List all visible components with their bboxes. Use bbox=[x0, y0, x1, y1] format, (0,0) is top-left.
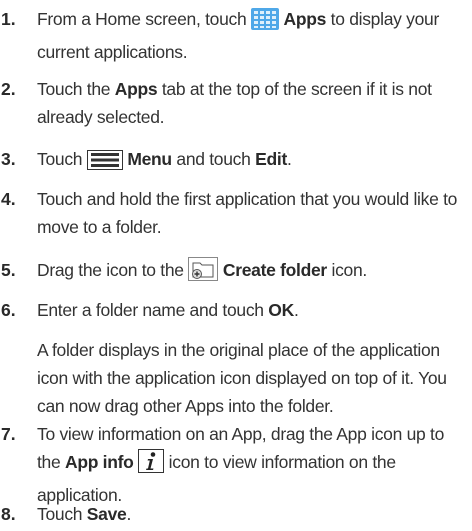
menu-icon bbox=[86, 150, 123, 178]
step-number: 2. bbox=[1, 79, 16, 99]
step-text: Enter a folder name and touch OK. bbox=[37, 300, 299, 320]
step-text: Touch Menu and touch Edit. bbox=[37, 145, 470, 178]
step-number: 5. bbox=[1, 260, 16, 280]
step-number: 3. bbox=[1, 149, 16, 169]
instructions-document: 1. From a Home screen, touch Apps to dis… bbox=[0, 0, 472, 531]
step-number: 4. bbox=[1, 189, 16, 209]
step-number: 8. bbox=[1, 504, 16, 524]
create-folder-icon bbox=[188, 257, 219, 289]
step-number: 6. bbox=[1, 300, 16, 320]
step-note: A folder displays in the original place … bbox=[37, 340, 447, 416]
app-info-icon bbox=[138, 449, 165, 481]
step-text: To view information on an App, drag the … bbox=[37, 424, 444, 505]
step-text: Touch and hold the first application tha… bbox=[37, 189, 458, 237]
step-text: Touch Save. bbox=[37, 504, 131, 524]
step-number: 7. bbox=[1, 424, 16, 444]
step-text: From a Home screen, touch Apps to displa… bbox=[37, 8, 439, 62]
apps-grid-icon bbox=[250, 8, 279, 38]
step-text: Drag the icon to the Create folder icon. bbox=[37, 256, 470, 289]
step-text: Touch the Apps tab at the top of the scr… bbox=[37, 79, 432, 127]
step-number: 1. bbox=[1, 9, 16, 29]
